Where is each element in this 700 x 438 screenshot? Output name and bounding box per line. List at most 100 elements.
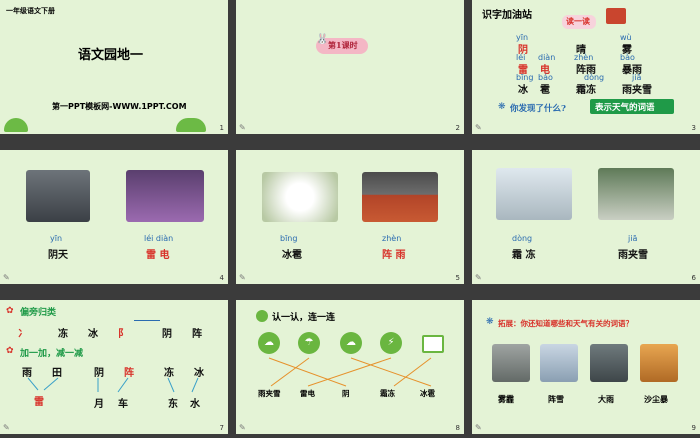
word: 阵 雨 xyxy=(382,250,406,261)
section-title: 拓展：你还知道哪些和天气有关的词语？ xyxy=(498,319,633,328)
word-label: 大雨 xyxy=(598,394,614,404)
bush-decoration xyxy=(4,118,28,132)
slide-number: 1 xyxy=(219,124,224,132)
frost-photo xyxy=(496,168,572,220)
flower-icon: ✿ xyxy=(6,306,14,316)
lightning-photo xyxy=(126,170,204,222)
slide-number: 3 xyxy=(691,124,696,132)
pinyin: dòng xyxy=(512,234,533,243)
pinyin: léi diàn xyxy=(144,234,174,243)
thunder-icon: ⚡ xyxy=(380,332,402,354)
slide-number: 2 xyxy=(455,124,460,132)
component: 月 xyxy=(94,399,104,410)
slide-thumb-5[interactable]: bīng 冰雹 zhèn 阵 雨 ✎ 5 xyxy=(236,150,464,284)
snow-photo xyxy=(540,344,578,382)
word: 阴天 xyxy=(48,250,68,261)
word: 冰雹 xyxy=(282,250,302,261)
comment-icon[interactable]: ✎ xyxy=(3,423,10,432)
result-character: 雷 xyxy=(34,397,44,408)
section-title: 认一认，连一连 xyxy=(272,313,336,323)
slide-thumb-8[interactable]: 认一认，连一连 ☁ ☂ ☁ ⚡ 雨夹雪 雷电 阴 霜冻 冰雹 ✎ 8 xyxy=(236,300,464,434)
slide-thumb-9[interactable]: ❋ 拓展：你还知道哪些和天气有关的词语？ 雾霾 阵雪 大雨 沙尘暴 ✎ 9 xyxy=(472,300,700,434)
comment-icon[interactable]: ✎ xyxy=(475,423,482,432)
cloudy-city-photo xyxy=(26,170,90,222)
sandstorm-photo xyxy=(640,344,678,382)
component: 车 xyxy=(118,399,128,410)
component: 东 xyxy=(168,399,178,410)
comment-icon[interactable]: ✎ xyxy=(239,423,246,432)
slide-thumb-6[interactable]: dòng 霜 冻 jiā 雨夹雪 ✎ 6 xyxy=(472,150,700,284)
character: 冰 xyxy=(88,329,98,340)
match-label: 雨夹雪 xyxy=(258,389,281,398)
character: 雨夹雪 xyxy=(622,85,652,96)
section-heading: 加一加，减一减 xyxy=(20,349,84,359)
bush-decoration xyxy=(176,118,206,132)
roof-rain-photo xyxy=(362,172,438,222)
slide-number: 9 xyxy=(691,424,696,432)
slide-thumb-2[interactable]: 第1课时 🐰 ✎ 2 xyxy=(236,0,464,134)
pinyin: zhèn xyxy=(382,234,402,243)
slide-thumb-7[interactable]: ✿ 偏旁归类 冫 冻 冰 阝 阴 阵 ✿ 加一加，减一减 雨 田 阴 阵 冻 冰… xyxy=(0,300,228,434)
slide-number: 4 xyxy=(219,274,224,282)
slide-title: 语文园地一 xyxy=(78,48,144,63)
slide-number: 5 xyxy=(455,274,460,282)
rain-cloud-icon: ☂ xyxy=(298,332,320,354)
flower-icon: ✿ xyxy=(6,346,14,356)
sleet-photo xyxy=(598,168,674,220)
read-badge: 读一读 xyxy=(566,16,590,26)
slide-number: 7 xyxy=(219,424,224,432)
smog-photo xyxy=(492,344,530,382)
slide-number: 6 xyxy=(691,274,696,282)
blank-line xyxy=(134,320,160,321)
frost-icon xyxy=(422,335,444,353)
slide-number: 8 xyxy=(455,424,460,432)
slide-thumb-4[interactable]: yīn 阴天 léi diàn 雷 电 ✎ 4 xyxy=(0,150,228,284)
component: 水 xyxy=(190,399,200,410)
hail-cloud-icon: ☁ xyxy=(340,332,362,354)
pinyin: jiā xyxy=(628,234,638,243)
match-label: 霜冻 xyxy=(380,389,395,398)
match-label: 阴 xyxy=(342,389,350,398)
pinyin: bīng xyxy=(280,234,298,243)
character: 阴 xyxy=(162,329,172,340)
pinyin: yīn xyxy=(50,234,63,243)
radical: 阝 xyxy=(118,329,128,340)
lesson-badge: 第1课时 xyxy=(328,40,358,50)
match-lines xyxy=(268,357,432,387)
comment-icon[interactable]: ✎ xyxy=(475,123,482,132)
slide-thumb-3[interactable]: 识字加油站 读一读 yīn wù 阴 晴 雾 léi diàn zhèn bào… xyxy=(472,0,700,134)
word: 雨夹雪 xyxy=(618,250,648,261)
cloud-icon: ☁ xyxy=(258,332,280,354)
character: 冻 xyxy=(58,329,68,340)
match-label: 冰雹 xyxy=(420,389,435,398)
snowflake-icon: ❋ xyxy=(498,102,506,112)
character: 霜冻 xyxy=(576,85,596,96)
word: 雷 电 xyxy=(146,250,170,261)
grade-header: 一年级语文下册 xyxy=(6,6,55,15)
comment-icon[interactable]: ✎ xyxy=(239,123,246,132)
word-label: 沙尘暴 xyxy=(644,394,668,404)
character: 雹 xyxy=(540,85,550,96)
word-label: 雾霾 xyxy=(498,394,514,404)
site-text: 第一PPT模板网-WWW.1PPT.COM xyxy=(52,102,187,111)
books-icon xyxy=(606,8,626,24)
comment-icon[interactable]: ✎ xyxy=(239,273,246,282)
section-title: 识字加油站 xyxy=(482,10,532,21)
rabbit-icon: 🐰 xyxy=(316,34,329,45)
character: 冰 xyxy=(518,85,528,96)
comment-icon[interactable]: ✎ xyxy=(475,273,482,282)
word: 霜 冻 xyxy=(512,250,536,261)
heavy-rain-photo xyxy=(590,344,628,382)
slide-thumb-1[interactable]: 一年级语文下册 语文园地一 第一PPT模板网-WWW.1PPT.COM 1 xyxy=(0,0,228,134)
hail-photo xyxy=(262,172,338,222)
question-text: 你发现了什么? xyxy=(510,104,566,114)
answer-text: 表示天气的词语 xyxy=(595,103,655,113)
radical: 冫 xyxy=(18,329,28,340)
dot-icon xyxy=(256,310,268,322)
character: 阵 xyxy=(192,329,202,340)
section-heading: 偏旁归类 xyxy=(20,308,57,318)
match-label: 雷电 xyxy=(300,389,315,398)
word-label: 阵雪 xyxy=(548,394,564,404)
snowflake-icon: ❋ xyxy=(486,317,494,327)
comment-icon[interactable]: ✎ xyxy=(3,273,10,282)
